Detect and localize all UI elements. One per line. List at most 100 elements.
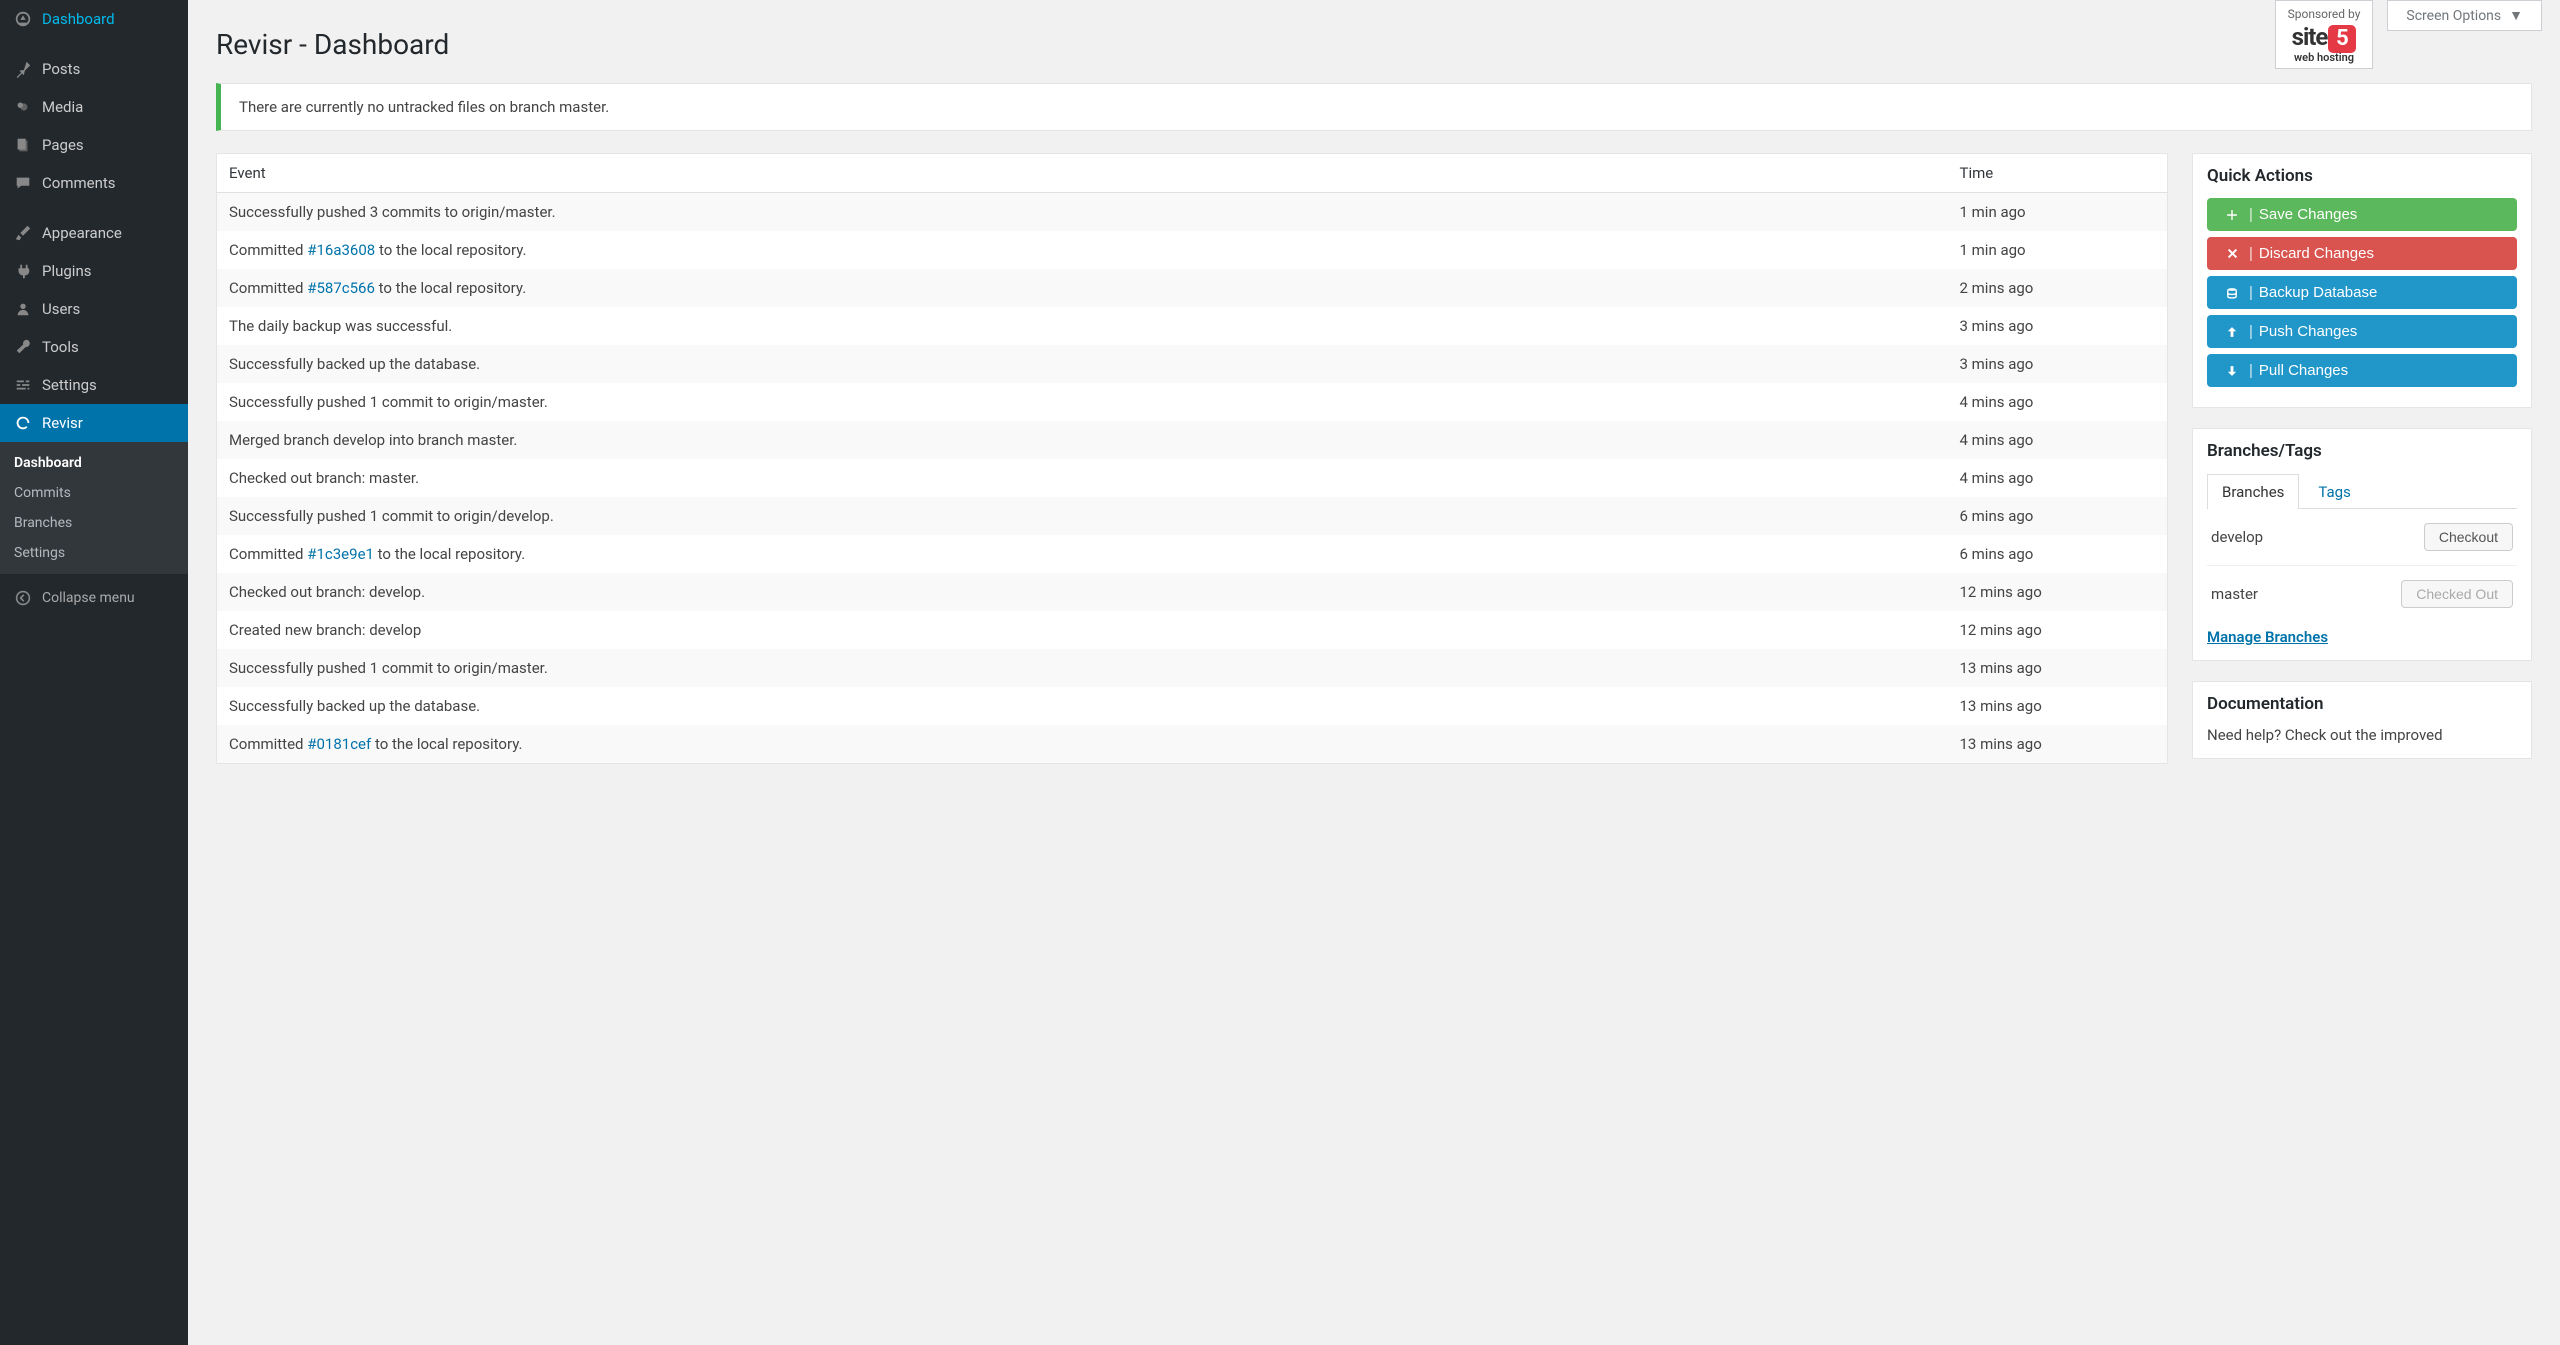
commit-link[interactable]: #16a3608 [307, 241, 375, 259]
doc-text: Need help? Check out the improved [2193, 726, 2531, 758]
main-content: Sponsored by site5 web hosting Screen Op… [188, 0, 2560, 1345]
tab-tags[interactable]: Tags [2303, 474, 2365, 509]
event-cell: Successfully pushed 1 commit to origin/m… [217, 649, 1948, 687]
sponsor-sub: web hosting [2288, 51, 2361, 64]
screen-options-toggle[interactable]: Screen Options ▼ [2387, 0, 2542, 31]
time-cell: 1 min ago [1948, 193, 2168, 232]
time-cell: 4 mins ago [1948, 459, 2168, 497]
checked-out-button: Checked Out [2401, 580, 2513, 608]
revisr-icon [12, 414, 34, 432]
sidebar-item-dashboard[interactable]: Dashboard [0, 0, 188, 38]
notice-success: There are currently no untracked files o… [216, 83, 2532, 131]
branches-box: Branches/Tags Branches Tags develop Check… [2192, 428, 2532, 661]
th-time[interactable]: Time [1948, 154, 2168, 193]
branches-title: Branches/Tags [2193, 429, 2531, 473]
table-row: The daily backup was successful.3 mins a… [217, 307, 2168, 345]
sidebar-item-users[interactable]: Users [0, 290, 188, 328]
commit-link[interactable]: #1c3e9e1 [307, 545, 374, 563]
event-cell: Committed #587c566 to the local reposito… [217, 269, 1948, 307]
submenu-dashboard[interactable]: Dashboard [0, 448, 188, 478]
sidebar-item-revisr[interactable]: Revisr [0, 404, 188, 442]
submenu-settings[interactable]: Settings [0, 538, 188, 568]
push-changes-button[interactable]: |Push Changes [2207, 315, 2517, 348]
event-cell: Successfully pushed 1 commit to origin/m… [217, 383, 1948, 421]
time-cell: 13 mins ago [1948, 649, 2168, 687]
submenu-branches[interactable]: Branches [0, 508, 188, 538]
quick-actions-title: Quick Actions [2193, 154, 2531, 198]
page-title: Revisr - Dashboard [216, 28, 2532, 61]
collapse-icon [12, 590, 34, 606]
th-event[interactable]: Event [217, 154, 1948, 193]
sponsor-box[interactable]: Sponsored by site5 web hosting [2275, 0, 2374, 69]
collapse-menu[interactable]: Collapse menu [0, 580, 188, 616]
table-row: Successfully pushed 1 commit to origin/d… [217, 497, 2168, 535]
time-cell: 3 mins ago [1948, 345, 2168, 383]
event-cell: Merged branch develop into branch master… [217, 421, 1948, 459]
manage-branches-link[interactable]: Manage Branches [2207, 628, 2328, 646]
sidebar-item-plugins[interactable]: Plugins [0, 252, 188, 290]
table-row: Successfully pushed 3 commits to origin/… [217, 193, 2168, 232]
comments-icon [12, 174, 34, 192]
sidebar-item-pages[interactable]: Pages [0, 126, 188, 164]
sidebar-label: Tools [42, 338, 79, 356]
time-cell: 4 mins ago [1948, 421, 2168, 459]
notice-text: There are currently no untracked files o… [239, 98, 609, 116]
db-icon [2221, 286, 2243, 300]
time-cell: 4 mins ago [1948, 383, 2168, 421]
sponsor-logo: site5 [2288, 23, 2361, 53]
backup-database-button[interactable]: |Backup Database [2207, 276, 2517, 309]
table-row: Successfully pushed 1 commit to origin/m… [217, 649, 2168, 687]
quick-actions-box: Quick Actions |Save Changes |Discard Chan… [2192, 153, 2532, 408]
save-changes-button[interactable]: |Save Changes [2207, 198, 2517, 231]
discard-changes-button[interactable]: |Discard Changes [2207, 237, 2517, 270]
event-cell: The daily backup was successful. [217, 307, 1948, 345]
commit-link[interactable]: #0181cef [307, 735, 371, 753]
checkout-button[interactable]: Checkout [2424, 523, 2513, 551]
sidebar-item-posts[interactable]: Posts [0, 50, 188, 88]
event-cell: Successfully backed up the database. [217, 345, 1948, 383]
commit-link[interactable]: #587c566 [307, 279, 375, 297]
sidebar-item-settings[interactable]: Settings [0, 366, 188, 404]
documentation-box: Documentation Need help? Check out the i… [2192, 681, 2532, 759]
time-cell: 13 mins ago [1948, 687, 2168, 725]
sidebar-label: Appearance [42, 224, 122, 242]
event-cell: Committed #1c3e9e1 to the local reposito… [217, 535, 1948, 573]
event-cell: Checked out branch: develop. [217, 573, 1948, 611]
table-row: Successfully backed up the database.13 m… [217, 687, 2168, 725]
time-cell: 12 mins ago [1948, 611, 2168, 649]
branch-row: masterChecked Out [2207, 566, 2517, 622]
pull-changes-button[interactable]: |Pull Changes [2207, 354, 2517, 387]
table-row: Committed #587c566 to the local reposito… [217, 269, 2168, 307]
table-row: Committed #16a3608 to the local reposito… [217, 231, 2168, 269]
sidebar-label: Settings [42, 376, 97, 394]
sidebar-label: Comments [42, 174, 116, 192]
branches-tabs: Branches Tags [2207, 473, 2517, 509]
sidebar-label: Posts [42, 60, 80, 78]
event-cell: Committed #0181cef to the local reposito… [217, 725, 1948, 764]
time-cell: 6 mins ago [1948, 535, 2168, 573]
time-cell: 1 min ago [1948, 231, 2168, 269]
brush-icon [12, 224, 34, 242]
table-row: Successfully backed up the database.3 mi… [217, 345, 2168, 383]
dashboard-icon [12, 10, 34, 28]
sidebar-label: Media [42, 98, 83, 116]
down-icon [2221, 364, 2243, 378]
admin-sidebar: Dashboard Posts Media Pages Comments App… [0, 0, 188, 1345]
collapse-label: Collapse menu [42, 590, 135, 606]
sidebar-item-appearance[interactable]: Appearance [0, 214, 188, 252]
time-cell: 12 mins ago [1948, 573, 2168, 611]
event-cell: Created new branch: develop [217, 611, 1948, 649]
time-cell: 13 mins ago [1948, 725, 2168, 764]
sidebar-label: Pages [42, 136, 84, 154]
sidebar-item-tools[interactable]: Tools [0, 328, 188, 366]
time-cell: 3 mins ago [1948, 307, 2168, 345]
tab-branches[interactable]: Branches [2207, 474, 2299, 509]
sidebar-item-media[interactable]: Media [0, 88, 188, 126]
branch-row: develop Checkout [2207, 509, 2517, 566]
submenu-commits[interactable]: Commits [0, 478, 188, 508]
sidebar-item-comments[interactable]: Comments [0, 164, 188, 202]
table-row: Created new branch: develop12 mins ago [217, 611, 2168, 649]
branch-name: develop [2211, 528, 2263, 546]
pages-icon [12, 136, 34, 154]
up-icon [2221, 325, 2243, 339]
